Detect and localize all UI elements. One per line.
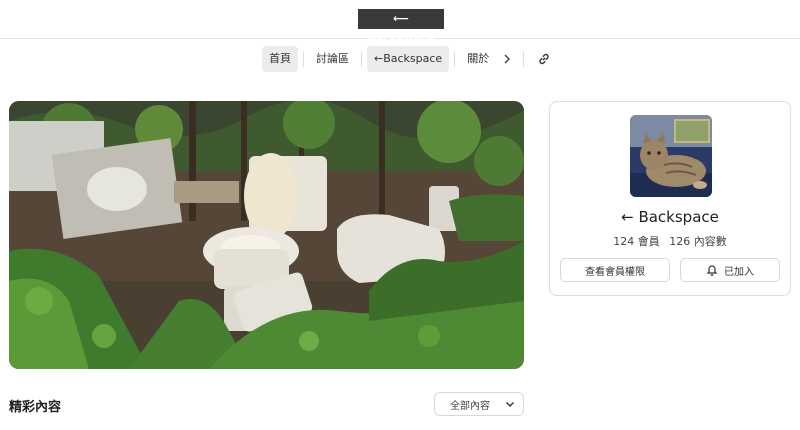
member-count: 124 會員 <box>613 235 660 248</box>
tab-about[interactable]: 關於 <box>460 46 496 72</box>
joined-label: 已加入 <box>724 266 754 278</box>
cover-photo <box>9 101 524 369</box>
top-bar: ⟵ Backspace <box>0 0 800 45</box>
tab-backspace[interactable]: ←Backspace <box>367 46 450 72</box>
community-card: ← Backspace 124 會員 126 內容數 查看會員權限 已加入 <box>549 101 791 296</box>
tab-discussion[interactable]: 討論區 <box>309 46 356 72</box>
tab-home[interactable]: 首頁 <box>262 46 298 72</box>
nav-divider <box>303 51 304 67</box>
community-name: ← Backspace <box>621 208 719 226</box>
content-filter-select[interactable]: 全部內容 <box>434 392 524 416</box>
filter-value: 全部內容 <box>450 400 490 412</box>
nav-divider <box>523 51 525 67</box>
community-stats: 124 會員 126 內容數 <box>550 233 790 249</box>
nav-divider <box>361 51 362 67</box>
nav-divider <box>454 51 456 67</box>
chevron-down-icon <box>506 402 514 407</box>
chevron-right-icon[interactable] <box>496 46 518 72</box>
community-avatar <box>630 115 712 197</box>
community-nav: 首頁 討論區 ←Backspace 關於 <box>262 46 557 72</box>
bell-icon <box>706 265 718 276</box>
view-permissions-button[interactable]: 查看會員權限 <box>560 258 670 282</box>
joined-button[interactable]: 已加入 <box>680 258 780 282</box>
site-logo[interactable]: ⟵ Backspace <box>358 9 444 45</box>
section-title: 精彩內容 <box>9 400 62 415</box>
post-count: 126 內容數 <box>669 235 727 248</box>
link-icon[interactable] <box>531 46 557 72</box>
